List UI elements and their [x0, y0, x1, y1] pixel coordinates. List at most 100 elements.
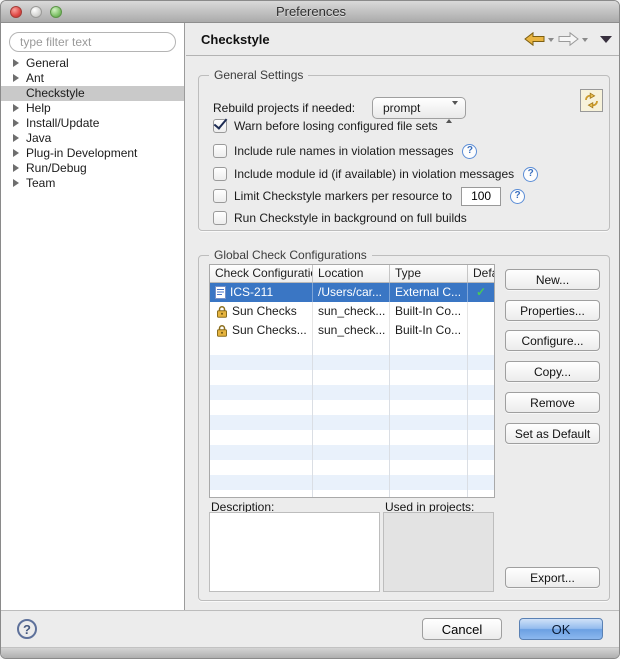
module-id-checkbox[interactable]	[213, 167, 227, 181]
sidebar-item-checkstyle[interactable]: Checkstyle	[1, 86, 184, 101]
help-icon[interactable]: ?	[462, 144, 477, 159]
sidebar-item-label: Ant	[26, 71, 44, 85]
config-location: /Users/car...	[313, 283, 390, 302]
table-row[interactable]: ICS-211 /Users/car... External C... ✓	[210, 283, 494, 302]
back-history-caret-icon[interactable]	[548, 38, 554, 42]
dialog-footer: ? Cancel OK	[1, 610, 620, 647]
remove-button[interactable]: Remove	[505, 392, 600, 413]
history-nav	[524, 32, 612, 46]
background-checkbox-row: Run Checkstyle in background on full bui…	[213, 209, 467, 227]
limit-markers-checkbox[interactable]	[213, 189, 227, 203]
group-title: General Settings	[209, 68, 308, 82]
sidebar-item-label: Run/Debug	[26, 161, 87, 175]
export-button[interactable]: Export...	[505, 567, 600, 588]
background-label: Run Checkstyle in background on full bui…	[234, 211, 467, 225]
warn-checkbox-row: Warn before losing configured file sets	[213, 117, 438, 135]
background-checkbox[interactable]	[213, 211, 227, 225]
sidebar-item-run-debug[interactable]: Run/Debug	[1, 161, 184, 176]
column-header-default[interactable]: Default	[468, 265, 494, 282]
ok-button[interactable]: OK	[519, 618, 603, 640]
refresh-button[interactable]	[580, 89, 603, 112]
table-row[interactable]: Sun Checks sun_check... Built-In Co...	[210, 302, 494, 321]
limit-markers-input[interactable]	[461, 187, 501, 206]
used-in-projects-box	[383, 512, 494, 592]
preferences-tree: General Ant Checkstyle Help Install/Upda…	[1, 56, 184, 191]
default-check-icon: ✓	[468, 283, 494, 302]
titlebar[interactable]: Preferences	[1, 1, 620, 23]
forward-history-caret-icon[interactable]	[582, 38, 588, 42]
copy-button[interactable]: Copy...	[505, 361, 600, 382]
expand-arrow-icon[interactable]	[13, 164, 19, 172]
sidebar-item-team[interactable]: Team	[1, 176, 184, 191]
help-button[interactable]: ?	[17, 619, 37, 639]
set-as-default-button[interactable]: Set as Default	[505, 423, 600, 444]
document-icon	[215, 286, 226, 299]
config-location: sun_check...	[313, 321, 390, 340]
new-button[interactable]: New...	[505, 269, 600, 290]
column-divider	[389, 340, 390, 498]
preferences-sidebar: General Ant Checkstyle Help Install/Upda…	[1, 23, 185, 610]
sidebar-item-label: Checkstyle	[26, 86, 85, 100]
lock-icon	[216, 305, 228, 318]
back-arrow-icon[interactable]	[524, 32, 545, 46]
rule-names-checkbox[interactable]	[213, 144, 227, 158]
config-name: Sun Checks	[232, 302, 297, 321]
view-menu-icon[interactable]	[600, 36, 612, 43]
config-type: Built-In Co...	[390, 321, 468, 340]
config-type: Built-In Co...	[390, 302, 468, 321]
config-type: External C...	[390, 283, 468, 302]
column-divider	[312, 340, 313, 498]
config-name: ICS-211	[230, 283, 273, 302]
page-header: Checkstyle	[186, 23, 620, 56]
column-header-type[interactable]: Type	[390, 265, 468, 282]
sidebar-item-label: Help	[26, 101, 51, 115]
preferences-window: Preferences General Ant Checkstyle Help …	[0, 0, 620, 659]
sidebar-item-label: Team	[26, 176, 55, 190]
forward-arrow-icon[interactable]	[558, 32, 579, 46]
sidebar-item-label: Java	[26, 131, 51, 145]
expand-arrow-icon[interactable]	[13, 74, 19, 82]
lock-icon	[216, 324, 228, 337]
page-title: Checkstyle	[201, 23, 270, 56]
check-configurations-table: Check Configuration Location Type Defaul…	[209, 264, 495, 498]
expand-arrow-icon[interactable]	[13, 104, 19, 112]
sidebar-item-ant[interactable]: Ant	[1, 71, 184, 86]
column-header-check-configuration[interactable]: Check Configuration	[210, 265, 313, 282]
expand-arrow-icon[interactable]	[13, 59, 19, 67]
warn-label: Warn before losing configured file sets	[234, 119, 438, 133]
sidebar-item-java[interactable]: Java	[1, 131, 184, 146]
cancel-button[interactable]: Cancel	[422, 618, 502, 640]
warn-checkbox[interactable]	[213, 119, 227, 133]
popup-stepper-icon	[446, 102, 458, 122]
column-header-location[interactable]: Location	[313, 265, 390, 282]
properties-button[interactable]: Properties...	[505, 300, 600, 321]
module-id-label: Include module id (if available) in viol…	[234, 167, 514, 181]
column-divider	[467, 340, 468, 498]
table-empty-area[interactable]	[210, 340, 494, 498]
configure-button[interactable]: Configure...	[505, 330, 600, 351]
window-bottom-edge[interactable]	[1, 647, 620, 659]
table-row[interactable]: Sun Checks... sun_check... Built-In Co..…	[210, 321, 494, 340]
limit-markers-checkbox-row: Limit Checkstyle markers per resource to…	[213, 187, 525, 205]
expand-arrow-icon[interactable]	[13, 179, 19, 187]
sidebar-item-label: Plug-in Development	[26, 146, 137, 160]
sidebar-item-label: Install/Update	[26, 116, 99, 130]
sidebar-item-general[interactable]: General	[1, 56, 184, 71]
config-location: sun_check...	[313, 302, 390, 321]
table-header-row: Check Configuration Location Type Defaul…	[210, 265, 494, 283]
general-settings-group: General Settings Rebuild projects if nee…	[198, 75, 610, 231]
rebuild-dropdown-value: prompt	[383, 101, 420, 115]
rebuild-label: Rebuild projects if needed:	[213, 101, 355, 115]
expand-arrow-icon[interactable]	[13, 149, 19, 157]
expand-arrow-icon[interactable]	[13, 134, 19, 142]
help-icon[interactable]: ?	[523, 167, 538, 182]
sidebar-item-help[interactable]: Help	[1, 101, 184, 116]
rebuild-dropdown[interactable]: prompt	[372, 97, 466, 119]
sidebar-item-install-update[interactable]: Install/Update	[1, 116, 184, 131]
sidebar-item-plugin-development[interactable]: Plug-in Development	[1, 146, 184, 161]
refresh-icon	[583, 92, 600, 109]
description-textarea[interactable]	[209, 512, 380, 592]
filter-input[interactable]	[9, 32, 176, 52]
expand-arrow-icon[interactable]	[13, 119, 19, 127]
help-icon[interactable]: ?	[510, 189, 525, 204]
